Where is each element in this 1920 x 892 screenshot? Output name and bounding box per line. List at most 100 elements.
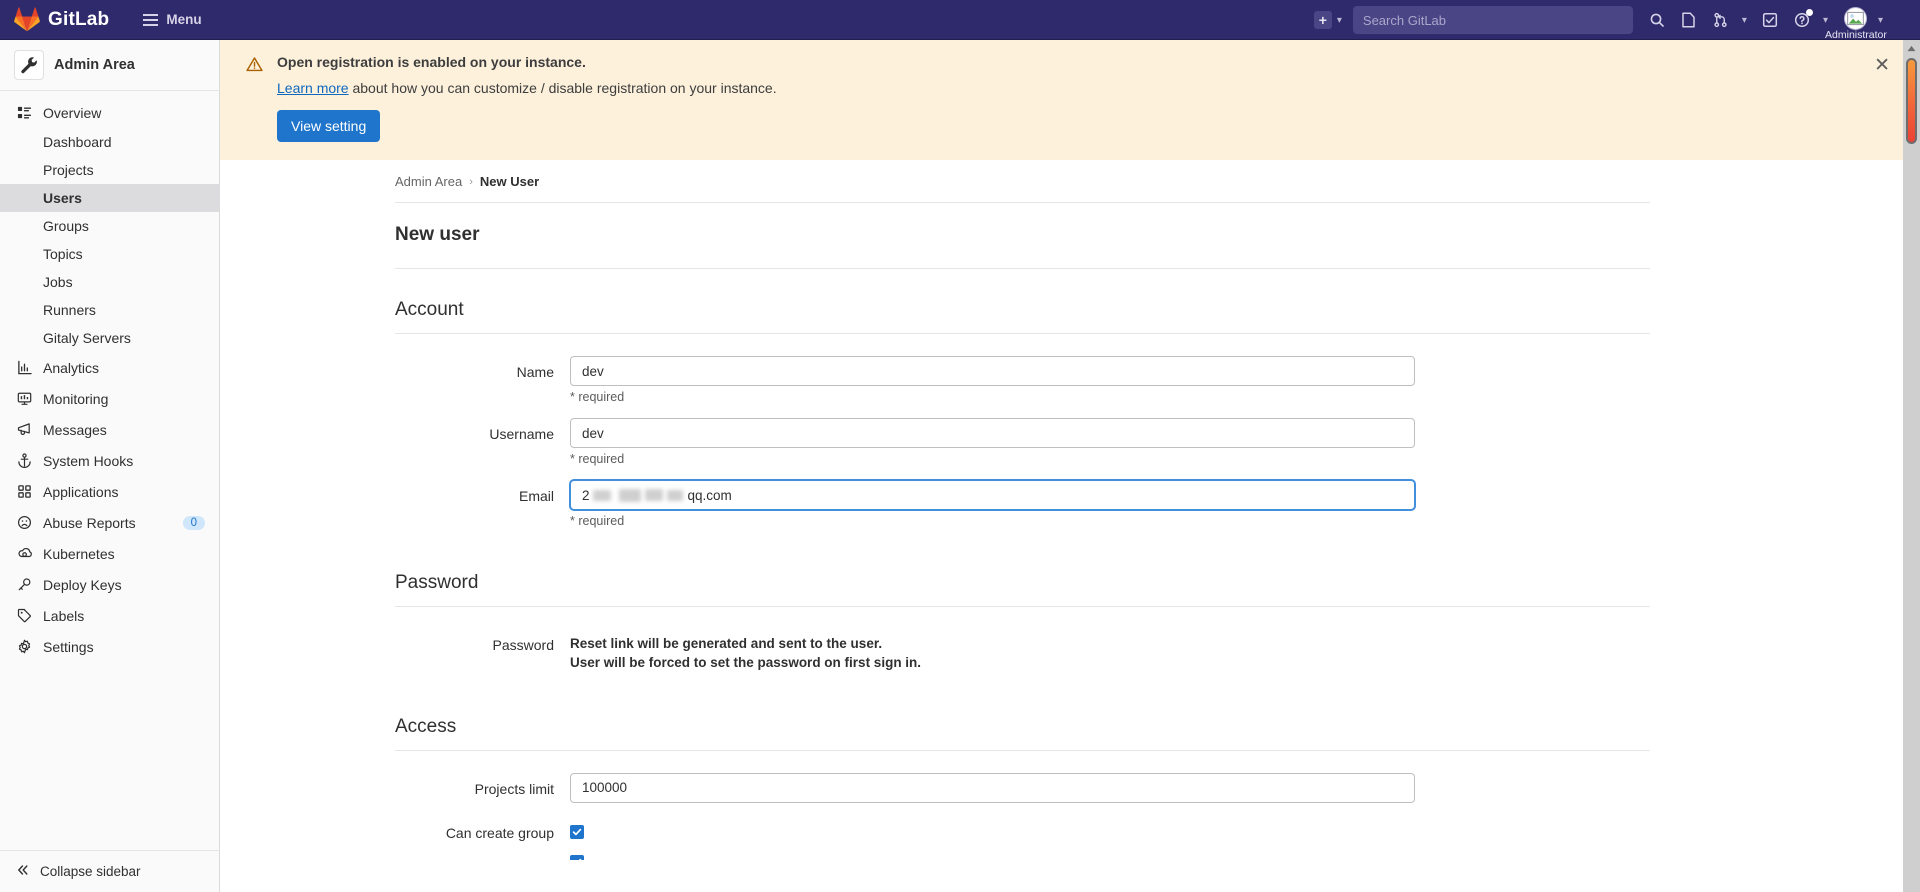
field-row-username: Username * required bbox=[395, 418, 1650, 466]
projects-limit-input[interactable] bbox=[570, 772, 1415, 803]
can-create-group-control bbox=[570, 817, 1415, 841]
account-section-heading: Account bbox=[395, 269, 1650, 334]
sidebar-item-kubernetes-label: Kubernetes bbox=[43, 545, 115, 562]
chart-icon bbox=[16, 359, 33, 376]
email-input[interactable] bbox=[570, 480, 1415, 510]
sidebar-item-monitoring[interactable]: Monitoring bbox=[0, 383, 219, 414]
monitor-icon bbox=[16, 390, 33, 407]
sidebar-item-dashboard[interactable]: Dashboard bbox=[0, 128, 219, 156]
search-input[interactable] bbox=[1362, 12, 1623, 28]
close-icon[interactable]: ✕ bbox=[1868, 54, 1896, 77]
name-input[interactable] bbox=[570, 356, 1415, 386]
create-new-chevron-down-icon[interactable]: ▾ bbox=[1337, 15, 1342, 26]
clipped-checkbox[interactable] bbox=[570, 854, 584, 860]
hamburger-icon bbox=[143, 13, 159, 26]
sidebar-item-topics[interactable]: Topics bbox=[0, 240, 219, 268]
sidebar-item-labels[interactable]: Labels bbox=[0, 600, 219, 631]
sidebar-item-abuse-reports[interactable]: Abuse Reports 0 bbox=[0, 507, 219, 538]
main-menu-button[interactable]: Menu bbox=[135, 7, 209, 32]
email-input-wrapper: 2 qq.com bbox=[570, 480, 1415, 510]
scrollbar-thumb[interactable] bbox=[1906, 58, 1917, 144]
collapse-sidebar-label: Collapse sidebar bbox=[40, 864, 141, 879]
view-setting-button[interactable]: View setting bbox=[277, 110, 381, 142]
alert-description-rest: about how you can customize / disable re… bbox=[348, 80, 777, 96]
gitlab-logo-icon[interactable] bbox=[14, 6, 40, 33]
password-field-label: Password bbox=[492, 637, 554, 653]
sidebar-item-runners[interactable]: Runners bbox=[0, 296, 219, 324]
projects-limit-label: Projects limit bbox=[474, 780, 554, 797]
field-row-projects-limit: Projects limit bbox=[395, 772, 1650, 803]
label-icon bbox=[16, 607, 33, 624]
sidebar-item-settings[interactable]: Settings bbox=[0, 631, 219, 662]
create-new-icon[interactable]: + bbox=[1313, 11, 1332, 29]
double-chevron-left-icon bbox=[16, 863, 30, 880]
page-scrollbar[interactable] bbox=[1903, 40, 1920, 892]
sidebar-item-runners-label: Runners bbox=[43, 302, 96, 318]
sidebar-item-settings-label: Settings bbox=[43, 638, 94, 655]
sidebar-context-admin-area[interactable]: Admin Area bbox=[0, 40, 219, 91]
gear-icon bbox=[16, 638, 33, 655]
sidebar-item-users[interactable]: Users bbox=[0, 184, 219, 212]
breadcrumb-new-user[interactable]: New User bbox=[480, 174, 539, 189]
username-input[interactable] bbox=[570, 418, 1415, 448]
scrollbar-up-arrow-icon[interactable] bbox=[1903, 40, 1920, 57]
sidebar-item-overview-label: Overview bbox=[43, 104, 102, 121]
sidebar: Admin Area Overview Dashboard Projects U… bbox=[0, 40, 220, 892]
sidebar-item-groups-label: Groups bbox=[43, 218, 89, 234]
alert-description: Learn more about how you can customize /… bbox=[277, 80, 1898, 96]
sidebar-nav-list: Overview Dashboard Projects Users Groups… bbox=[0, 91, 219, 850]
help-chevron-down-icon[interactable]: ▾ bbox=[1823, 15, 1828, 26]
breadcrumb: Admin Area › New User bbox=[395, 160, 1650, 203]
sidebar-item-analytics-label: Analytics bbox=[43, 359, 100, 376]
megaphone-icon bbox=[16, 421, 33, 438]
sidebar-item-messages[interactable]: Messages bbox=[0, 414, 219, 445]
todos-icon[interactable] bbox=[1754, 0, 1786, 40]
user-menu-button[interactable]: Administrator bbox=[1825, 0, 1887, 41]
access-section-heading: Access bbox=[395, 686, 1650, 751]
wrench-icon bbox=[14, 50, 44, 80]
can-create-group-checkbox[interactable] bbox=[570, 824, 584, 839]
projects-limit-control bbox=[570, 772, 1415, 803]
main-content: Open registration is enabled on your ins… bbox=[220, 40, 1920, 892]
field-row-clipped-option bbox=[395, 853, 1650, 861]
sidebar-item-gitaly-servers[interactable]: Gitaly Servers bbox=[0, 324, 219, 352]
anchor-icon bbox=[16, 452, 33, 469]
collapse-sidebar-button[interactable]: Collapse sidebar bbox=[0, 850, 219, 892]
search-icon[interactable] bbox=[1641, 0, 1673, 40]
sidebar-item-kubernetes[interactable]: Kubernetes bbox=[0, 538, 219, 569]
sidebar-item-projects[interactable]: Projects bbox=[0, 156, 219, 184]
issues-icon[interactable] bbox=[1673, 0, 1705, 40]
sidebar-item-system-hooks[interactable]: System Hooks bbox=[0, 445, 219, 476]
name-field-hint: * required bbox=[570, 390, 625, 404]
sidebar-item-deploy-keys[interactable]: Deploy Keys bbox=[0, 569, 219, 600]
email-field-control: 2 qq.com * required bbox=[570, 480, 1415, 528]
help-icon[interactable] bbox=[1786, 0, 1818, 40]
sidebar-item-monitoring-label: Monitoring bbox=[43, 390, 109, 407]
merge-requests-icon[interactable] bbox=[1705, 0, 1737, 40]
sidebar-item-jobs[interactable]: Jobs bbox=[0, 268, 219, 296]
email-field-label: Email bbox=[518, 488, 554, 504]
sidebar-item-overview[interactable]: Overview bbox=[0, 97, 219, 128]
user-menu-chevron-down-icon[interactable]: ▾ bbox=[1878, 15, 1883, 26]
learn-more-link[interactable]: Learn more bbox=[277, 80, 349, 96]
warning-triangle-icon bbox=[246, 56, 263, 78]
alert-body: Open registration is enabled on your ins… bbox=[277, 54, 1898, 142]
sidebar-item-analytics[interactable]: Analytics bbox=[0, 352, 219, 383]
sidebar-item-abuse-reports-label: Abuse Reports bbox=[43, 514, 136, 531]
sidebar-item-groups[interactable]: Groups bbox=[0, 212, 219, 240]
sidebar-item-dashboard-label: Dashboard bbox=[43, 134, 112, 150]
sidebar-item-users-label: Users bbox=[43, 190, 82, 206]
scrollbar-track[interactable] bbox=[1903, 57, 1920, 892]
field-row-password: Password Reset link will be generated an… bbox=[395, 629, 1650, 672]
sidebar-item-applications[interactable]: Applications bbox=[0, 476, 219, 507]
breadcrumb-admin-area[interactable]: Admin Area bbox=[395, 174, 462, 189]
overview-icon bbox=[16, 104, 33, 121]
sidebar-item-deploy-keys-label: Deploy Keys bbox=[43, 576, 122, 593]
sidebar-context-label: Admin Area bbox=[54, 57, 135, 73]
search-box[interactable] bbox=[1352, 6, 1633, 34]
merge-requests-chevron-down-icon[interactable]: ▾ bbox=[1742, 15, 1747, 26]
content-scroll-area: Admin Area › New User New user Account N… bbox=[220, 160, 1920, 892]
sad-face-icon bbox=[16, 514, 33, 531]
abuse-reports-count-badge: 0 bbox=[182, 515, 205, 530]
sidebar-item-topics-label: Topics bbox=[43, 246, 83, 262]
